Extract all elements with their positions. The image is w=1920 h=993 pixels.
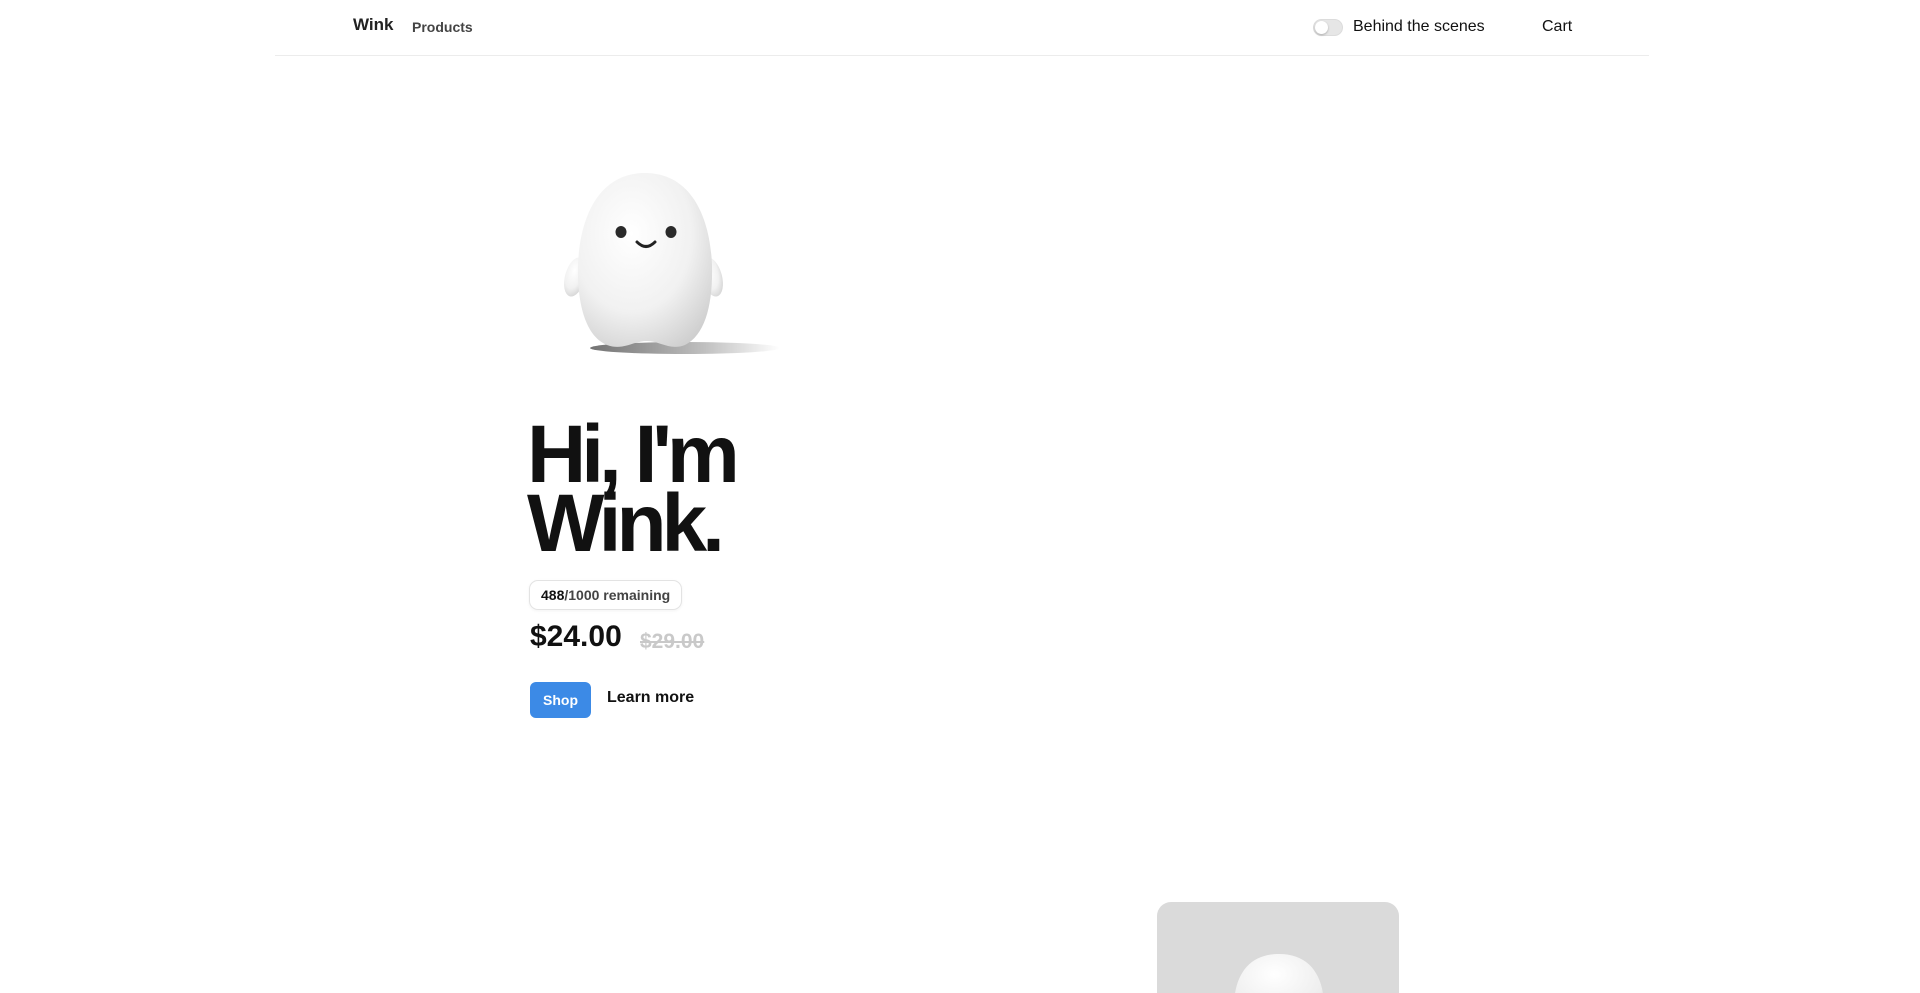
remaining-count: 488	[541, 587, 565, 603]
shop-button[interactable]: Shop	[530, 682, 591, 718]
learn-more-link[interactable]: Learn more	[607, 689, 694, 707]
behind-the-scenes-label[interactable]: Behind the scenes	[1353, 18, 1485, 36]
current-price: $24.00	[530, 620, 622, 653]
brand-logo[interactable]: Wink	[353, 15, 393, 35]
page: Wink Products Behind the scenes Cart Hi,…	[0, 0, 1920, 993]
ghost-mascot-card-image	[1235, 954, 1323, 993]
remaining-badge: 488/1000 remaining	[529, 580, 683, 610]
original-price: $29.00	[640, 630, 705, 653]
behind-the-scenes-toggle[interactable]	[1313, 19, 1343, 36]
remaining-total: /1000 remaining	[564, 587, 671, 603]
hero-headline-line-2: Wink.	[527, 478, 725, 569]
product-card[interactable]	[1157, 902, 1399, 993]
toggle-knob	[1315, 21, 1328, 34]
hero-headline: Hi, I'm Wink.	[527, 414, 740, 569]
site-header: Wink Products Behind the scenes Cart	[275, 0, 1649, 56]
ghost-mascot-image	[564, 173, 780, 354]
cart-link[interactable]: Cart	[1542, 18, 1572, 36]
nav-products-link[interactable]: Products	[412, 19, 473, 35]
